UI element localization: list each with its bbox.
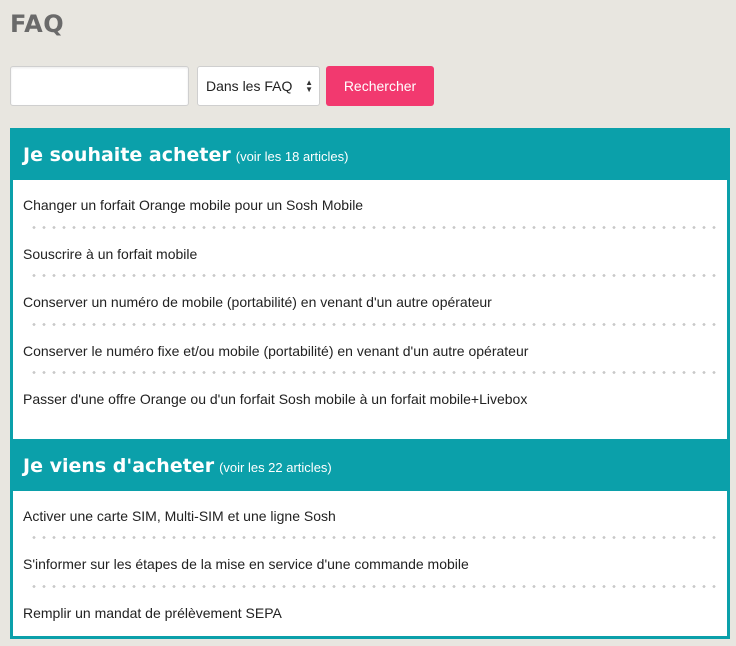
section-header-viens-acheter: Je viens d'acheter (voir les 22 articles… [13,439,727,491]
section-count-link[interactable]: (voir les 18 articles) [236,149,349,164]
faq-item[interactable]: S'informer sur les étapes de la mise en … [13,539,727,588]
search-scope-selected: Dans les FAQ [206,78,293,94]
faq-item[interactable]: Remplir un mandat de prélèvement SEPA [13,588,727,637]
faq-list: Activer une carte SIM, Multi-SIM et une … [13,490,727,637]
section-header-acheter: Je souhaite acheter (voir les 18 article… [13,128,727,180]
faq-item[interactable]: Conserver le numéro fixe et/ou mobile (p… [13,326,727,375]
page-title: FAQ [10,10,65,38]
search-button[interactable]: Rechercher [326,66,434,106]
section-title[interactable]: Je viens d'acheter [23,455,214,477]
faq-item[interactable]: Souscrire à un forfait mobile [13,229,727,278]
faq-item[interactable]: Passer d'une offre Orange ou d'un forfai… [13,374,727,423]
faq-item[interactable]: Conserver un numéro de mobile (portabili… [13,277,727,326]
section-title[interactable]: Je souhaite acheter [23,144,231,166]
search-input[interactable] [10,66,189,106]
search-scope-select[interactable]: Dans les FAQ ▲ ▼ [197,66,320,106]
select-arrows-icon: ▲ ▼ [305,78,313,94]
search-bar: Dans les FAQ ▲ ▼ Rechercher [10,66,434,106]
faq-item[interactable]: Activer une carte SIM, Multi-SIM et une … [13,491,727,540]
section-count-link[interactable]: (voir les 22 articles) [219,460,332,475]
faq-container: Je souhaite acheter (voir les 18 article… [10,128,730,639]
faq-item[interactable]: Changer un forfait Orange mobile pour un… [13,180,727,229]
faq-list: Changer un forfait Orange mobile pour un… [13,180,727,439]
